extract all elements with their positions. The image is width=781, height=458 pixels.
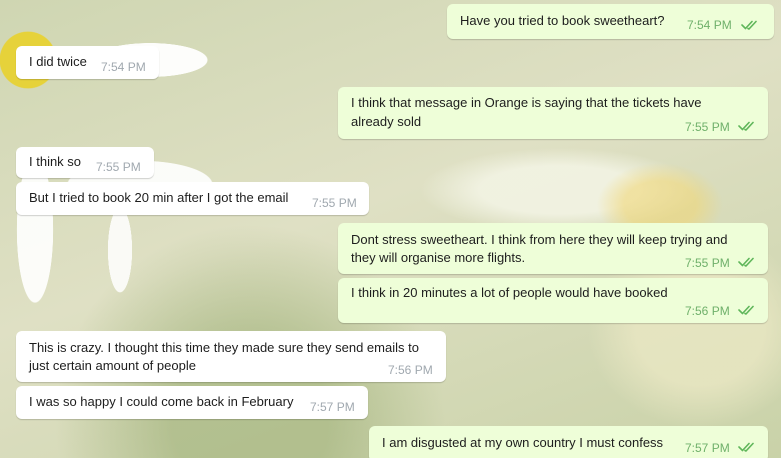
double-check-icon [738, 120, 760, 132]
double-check-icon [741, 19, 763, 31]
incoming-message[interactable]: I think so 7:55 PM [16, 147, 154, 178]
outgoing-message[interactable]: I am disgusted at my own country I must … [369, 426, 768, 458]
outgoing-message[interactable]: I think that message in Orange is saying… [338, 87, 768, 139]
message-text: they will organise more flights. [351, 250, 526, 265]
incoming-message[interactable]: But I tried to book 20 min after I got t… [16, 182, 369, 215]
message-text: already sold [351, 114, 422, 129]
outgoing-message[interactable]: Have you tried to book sweetheart? 7:54 … [447, 4, 774, 39]
message-text: I was so happy I could come back in Febr… [29, 394, 294, 409]
incoming-message[interactable]: I did twice 7:54 PM [16, 46, 159, 79]
chat-history[interactable]: Have you tried to book sweetheart? 7:54 … [0, 0, 781, 458]
message-time: 7:54 PM [687, 18, 732, 32]
message-time: 7:54 PM [101, 60, 146, 74]
message-text: I think that message in Orange is saying… [351, 95, 702, 110]
message-time: 7:57 PM [685, 441, 730, 455]
double-check-icon [738, 441, 760, 453]
double-check-icon [738, 256, 760, 268]
message-time: 7:56 PM [388, 363, 433, 377]
outgoing-message[interactable]: I think in 20 minutes a lot of people wo… [338, 278, 768, 323]
incoming-message[interactable]: I was so happy I could come back in Febr… [16, 386, 368, 419]
message-text: just certain amount of people [29, 358, 196, 373]
message-text: I did twice [29, 54, 87, 69]
message-text: I am disgusted at my own country I must … [382, 435, 664, 450]
message-text: I think in 20 minutes a lot of people wo… [351, 285, 668, 300]
incoming-message[interactable]: This is crazy. I thought this time they … [16, 331, 446, 382]
message-time: 7:55 PM [685, 256, 730, 270]
message-time: 7:55 PM [96, 160, 141, 174]
message-time: 7:56 PM [685, 304, 730, 318]
message-text: Have you tried to book sweetheart? [460, 13, 665, 28]
message-time: 7:57 PM [310, 400, 355, 414]
outgoing-message[interactable]: Dont stress sweetheart. I think from her… [338, 223, 768, 274]
message-text: But I tried to book 20 min after I got t… [29, 190, 289, 205]
message-text: I think so [29, 154, 82, 169]
double-check-icon [738, 304, 760, 316]
message-text: This is crazy. I thought this time they … [29, 340, 419, 355]
message-time: 7:55 PM [685, 120, 730, 134]
message-text: Dont stress sweetheart. I think from her… [351, 232, 728, 247]
message-time: 7:55 PM [312, 196, 357, 210]
